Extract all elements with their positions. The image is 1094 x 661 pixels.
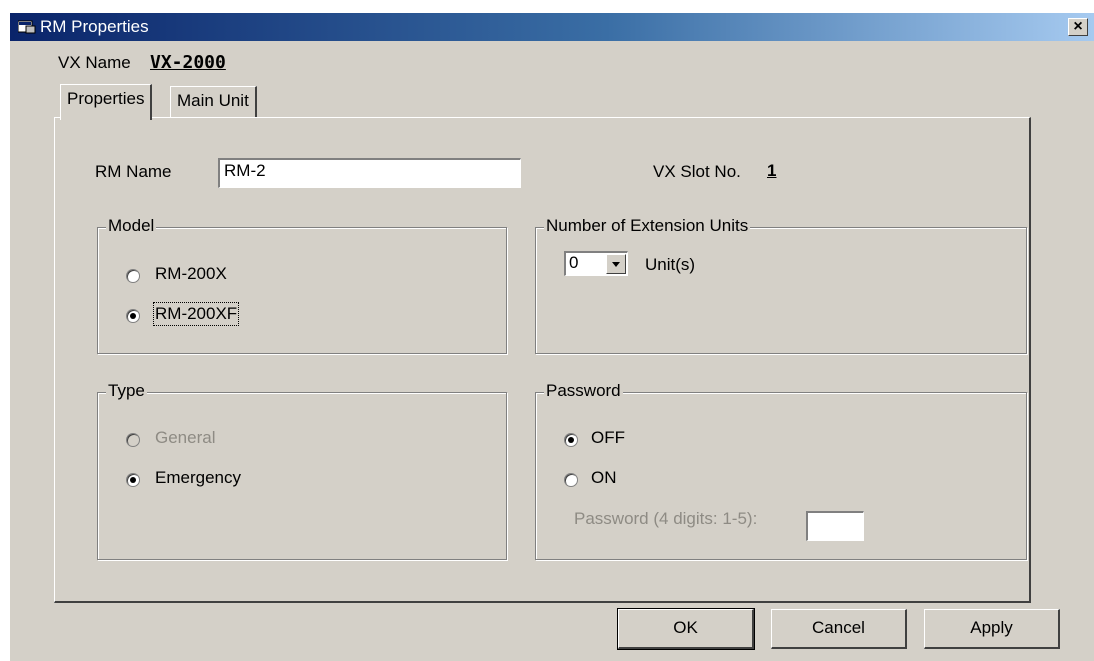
extension-units-unit-label: Unit(s)	[645, 255, 696, 274]
apply-button-label: Apply	[970, 618, 1013, 637]
rm-200xf-radio[interactable]	[126, 309, 140, 323]
model-group-label: Model	[106, 216, 157, 236]
password-on-radio[interactable]	[564, 473, 578, 487]
rm-200x-radio[interactable]	[126, 269, 140, 283]
rm-200x-label[interactable]: RM-200X	[155, 264, 227, 284]
rm-name-input[interactable]: RM-2	[218, 158, 521, 188]
vx-slot-value: 1	[767, 161, 777, 180]
tab-main-unit[interactable]: Main Unit	[170, 86, 257, 118]
password-off-radio[interactable]	[564, 433, 578, 447]
password-group: Password OFF ON Password (4 digits: 1-5)…	[535, 381, 1027, 560]
chevron-down-icon[interactable]	[606, 254, 626, 274]
vx-name-value: VX-2000	[150, 52, 226, 73]
vx-name-label: VX Name	[58, 53, 131, 72]
general-label[interactable]: General	[155, 428, 215, 448]
app-window-icon	[18, 20, 36, 34]
extension-units-dropdown[interactable]: 0	[564, 251, 628, 276]
password-digits-label: Password (4 digits: 1-5):	[574, 509, 758, 528]
window-title: RM Properties	[40, 17, 149, 36]
extension-units-value: 0	[569, 253, 579, 272]
extension-units-group: Number of Extension Units 0 Unit(s)	[535, 216, 1027, 354]
type-group-label: Type	[106, 381, 147, 401]
rm-name-label: RM Name	[95, 162, 172, 181]
password-digits-input[interactable]	[806, 511, 864, 541]
tab-properties-label: Properties	[67, 89, 145, 108]
properties-panel: RM Name RM-2 VX Slot No. 1 Model RM-200X…	[54, 117, 1031, 603]
ok-button[interactable]: OK	[617, 608, 755, 650]
password-group-label: Password	[544, 381, 623, 401]
password-off-label[interactable]: OFF	[591, 428, 625, 448]
rm-properties-dialog: RM Properties × VX Name VX-2000 Properti…	[10, 13, 1094, 661]
vx-slot-label: VX Slot No.	[653, 162, 741, 181]
extension-units-group-label: Number of Extension Units	[544, 216, 751, 236]
tab-properties[interactable]: Properties	[60, 84, 153, 120]
apply-button[interactable]: Apply	[924, 609, 1060, 649]
ok-button-label: OK	[673, 618, 698, 637]
emergency-radio[interactable]	[126, 473, 140, 487]
cancel-button-label: Cancel	[812, 618, 865, 637]
close-icon[interactable]: ×	[1068, 18, 1088, 36]
general-radio[interactable]	[126, 433, 140, 447]
emergency-label[interactable]: Emergency	[155, 468, 241, 488]
rm-200xf-label[interactable]: RM-200XF	[152, 302, 240, 326]
model-group: Model RM-200X RM-200XF	[97, 216, 507, 354]
cancel-button[interactable]: Cancel	[771, 609, 907, 649]
password-on-label[interactable]: ON	[591, 468, 617, 488]
title-bar[interactable]: RM Properties ×	[10, 13, 1094, 41]
tab-main-unit-label: Main Unit	[177, 91, 249, 110]
rm-name-value: RM-2	[224, 161, 266, 180]
type-group: Type General Emergency	[97, 381, 507, 560]
